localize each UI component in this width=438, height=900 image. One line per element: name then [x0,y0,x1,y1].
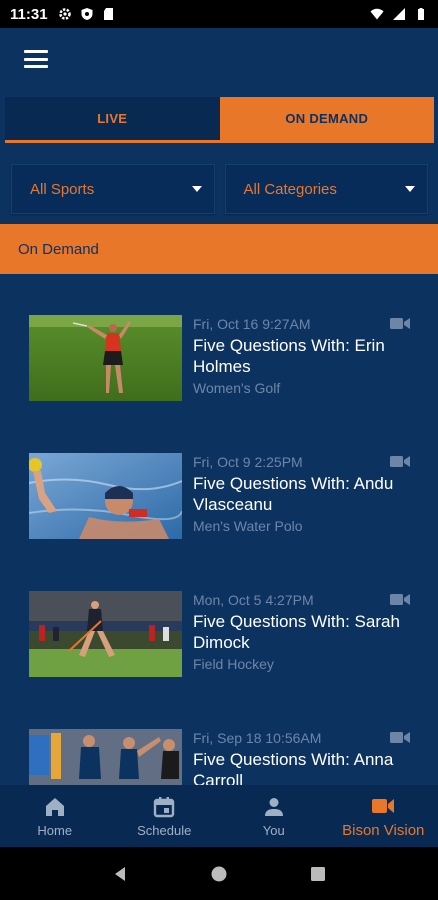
video-camera-icon [372,798,395,813]
sd-card-icon [103,8,113,20]
view-tabs: LIVE ON DEMAND [5,97,434,143]
nav-schedule-label: Schedule [137,822,192,838]
video-camera-icon [390,732,410,743]
signal-icon [393,8,405,20]
video-thumbnail [29,315,182,401]
dropdown-arrow-icon [405,186,415,192]
bottom-navigation: Home Schedule You Bison Vision [0,785,438,847]
video-title: Five Questions With: Anna Carroll [193,750,394,785]
video-list: Fri, Oct 16 9:27AM Five Questions With: … [0,274,438,785]
home-icon [45,797,64,816]
settings-icon [58,8,71,20]
video-thumbnail [29,453,182,539]
video-thumbnail [29,591,182,677]
sports-dropdown[interactable]: All Sports [11,164,215,214]
video-card[interactable]: Fri, Oct 9 2:25PM Five Questions With: A… [29,453,414,543]
video-date: Mon, Oct 5 4:27PM [193,592,314,608]
video-camera-icon [390,594,410,605]
nav-you-label: You [262,822,285,838]
video-title: Five Questions With: Andu Vlasceanu [193,474,394,514]
wifi-icon [370,8,384,20]
video-sport: Women's Golf [193,380,281,396]
dropdown-arrow-icon [191,186,202,192]
video-date: Fri, Oct 9 2:25PM [193,454,303,470]
video-thumbnail [29,729,182,785]
tab-live[interactable]: LIVE [5,97,220,143]
battery-icon [418,8,424,20]
video-card[interactable]: Fri, Sep 18 10:56AM Five Questions With:… [29,729,414,785]
nav-home-label: Home [37,822,73,838]
shield-icon [81,8,93,20]
video-date: Fri, Oct 16 9:27AM [193,316,311,332]
nav-bison-vision-label: Bison Vision [342,821,425,839]
status-time: 11:31 [10,5,48,23]
home-circle-icon[interactable] [210,865,228,883]
video-title: Five Questions With: Erin Holmes [193,336,385,376]
section-header: On Demand [0,224,438,274]
video-camera-icon [390,318,410,329]
video-card[interactable]: Fri, Oct 16 9:27AM Five Questions With: … [29,315,414,405]
nav-home[interactable]: Home [0,785,110,847]
calendar-icon [154,796,175,817]
nav-you[interactable]: You [219,785,329,847]
filter-bar: All Sports All Categories [11,164,428,214]
nav-bison-vision[interactable]: Bison Vision [329,785,438,847]
recents-icon[interactable] [309,865,327,883]
video-date: Fri, Sep 18 10:56AM [193,730,322,746]
categories-dropdown-value: All Categories [243,180,337,198]
system-navigation-bar [0,847,438,900]
sports-dropdown-value: All Sports [30,180,95,198]
back-icon[interactable] [111,865,129,883]
person-icon [264,797,283,816]
tab-on-demand[interactable]: ON DEMAND [219,97,434,143]
status-bar: 11:31 [0,0,438,28]
video-sport: Men's Water Polo [193,518,303,534]
nav-schedule[interactable]: Schedule [110,785,220,847]
video-camera-icon [390,456,410,467]
menu-icon[interactable] [24,50,48,68]
video-card[interactable]: Mon, Oct 5 4:27PM Five Questions With: S… [29,591,414,681]
video-title: Five Questions With: Sarah Dimock [193,612,400,652]
video-sport: Field Hockey [193,656,274,672]
app-bar [0,28,438,90]
categories-dropdown[interactable]: All Categories [224,164,428,214]
app-screen: LIVE ON DEMAND All Sports All Categories… [0,28,438,847]
